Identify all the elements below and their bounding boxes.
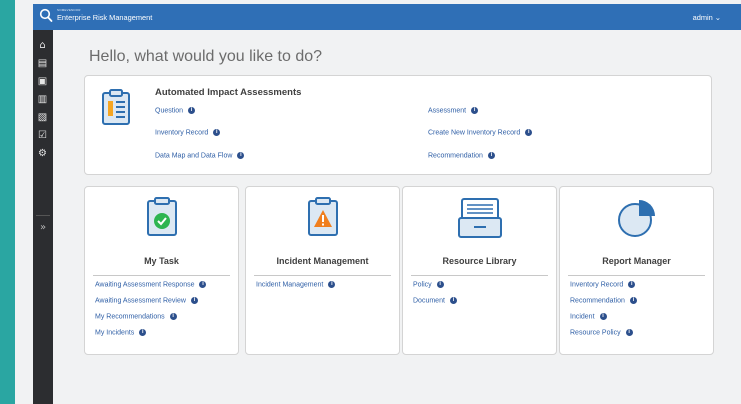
printer-icon[interactable]: ▥ bbox=[36, 94, 49, 106]
card-resource-library: Resource Library Policy i Document i bbox=[402, 186, 557, 355]
search-document-icon[interactable]: ▧ bbox=[36, 112, 49, 124]
sidebar: ⌂ ▤ ▣ ▥ ▧ ☑ ⚙ » bbox=[33, 30, 53, 404]
info-icon[interactable]: i bbox=[471, 107, 479, 114]
info-icon[interactable]: i bbox=[629, 297, 637, 304]
app-title[interactable]: Enterprise Risk Management bbox=[57, 13, 152, 22]
info-icon[interactable]: i bbox=[525, 129, 533, 136]
clipboard-check-icon bbox=[147, 197, 177, 236]
left-edge-strip bbox=[0, 0, 15, 404]
home-icon[interactable]: ⌂ bbox=[36, 40, 49, 52]
card-title: Resource Library bbox=[442, 256, 517, 266]
file-box-icon bbox=[458, 198, 502, 238]
info-icon[interactable]: i bbox=[199, 281, 207, 288]
sidebar-divider bbox=[36, 215, 50, 216]
top-bar: SOMEVENDOR Enterprise Risk Management ad… bbox=[33, 4, 741, 30]
aia-link-create-inventory-record[interactable]: Create New Inventory Record i bbox=[428, 129, 533, 136]
info-icon[interactable]: i bbox=[237, 152, 245, 159]
checkbox-icon[interactable]: ☑ bbox=[36, 130, 49, 142]
document-icon[interactable]: ▤ bbox=[36, 58, 49, 70]
pie-chart-icon bbox=[618, 200, 655, 237]
info-icon[interactable]: i bbox=[190, 297, 198, 304]
info-icon[interactable]: i bbox=[169, 313, 177, 320]
aia-link-assessment[interactable]: Assessment i bbox=[428, 107, 479, 114]
link-awaiting-assessment-response[interactable]: Awaiting Assessment Response i bbox=[95, 281, 207, 288]
gear-icon[interactable]: ⚙ bbox=[36, 148, 49, 160]
user-menu[interactable]: admin ⌄ bbox=[693, 13, 721, 22]
card-my-task: My Task Awaiting Assessment Response i Aw… bbox=[84, 186, 239, 355]
automated-impact-assessments-card: Automated Impact Assessments Question i I… bbox=[84, 75, 712, 175]
info-icon[interactable]: i bbox=[599, 313, 607, 320]
link-policy[interactable]: Policy i bbox=[413, 281, 444, 288]
link-recommendation[interactable]: Recommendation i bbox=[570, 297, 637, 304]
card-report-manager: Report Manager Inventory Record i Recomme… bbox=[559, 186, 714, 355]
card-divider bbox=[254, 275, 391, 276]
info-icon[interactable]: i bbox=[628, 281, 636, 288]
profile-icon[interactable]: ▣ bbox=[36, 76, 49, 88]
clipboard-warning-icon bbox=[308, 197, 338, 236]
link-incident-management[interactable]: Incident Management i bbox=[256, 281, 336, 288]
aia-link-question[interactable]: Question i bbox=[155, 107, 196, 114]
page-greeting: Hello, what would you like to do? bbox=[89, 48, 323, 65]
card-incident-management: Incident Management Incident Management i bbox=[245, 186, 400, 355]
info-icon[interactable]: i bbox=[449, 297, 457, 304]
aia-link-inventory-record[interactable]: Inventory Record i bbox=[155, 129, 221, 136]
logo-search-icon[interactable] bbox=[39, 8, 53, 24]
link-my-recommendations[interactable]: My Recommendations i bbox=[95, 313, 177, 320]
link-my-incidents[interactable]: My Incidents i bbox=[95, 329, 147, 336]
link-resource-policy[interactable]: Resource Policy i bbox=[570, 329, 633, 336]
expand-sidebar-icon[interactable]: » bbox=[33, 222, 53, 236]
card-divider bbox=[411, 275, 548, 276]
card-title: Report Manager bbox=[602, 256, 671, 266]
aia-link-data-map[interactable]: Data Map and Data Flow i bbox=[155, 152, 245, 159]
main-content: Hello, what would you like to do? Automa… bbox=[53, 30, 741, 404]
info-icon[interactable]: i bbox=[139, 329, 147, 336]
link-document[interactable]: Document i bbox=[413, 297, 457, 304]
vendor-small-text: SOMEVENDOR bbox=[57, 8, 81, 12]
info-icon[interactable]: i bbox=[188, 107, 196, 114]
link-inventory-record[interactable]: Inventory Record i bbox=[570, 281, 636, 288]
card-title: Incident Management bbox=[276, 256, 369, 266]
link-incident[interactable]: Incident i bbox=[570, 313, 607, 320]
info-icon[interactable]: i bbox=[625, 329, 633, 336]
clipboard-list-icon bbox=[102, 89, 130, 125]
card-divider bbox=[93, 275, 230, 276]
card-title: My Task bbox=[144, 256, 179, 266]
info-icon[interactable]: i bbox=[487, 152, 495, 159]
info-icon[interactable]: i bbox=[436, 281, 444, 288]
card-divider bbox=[568, 275, 705, 276]
link-awaiting-assessment-review[interactable]: Awaiting Assessment Review i bbox=[95, 297, 198, 304]
info-icon[interactable]: i bbox=[328, 281, 336, 288]
aia-link-recommendation[interactable]: Recommendation i bbox=[428, 152, 495, 159]
info-icon[interactable]: i bbox=[213, 129, 221, 136]
aia-title: Automated Impact Assessments bbox=[155, 87, 302, 98]
